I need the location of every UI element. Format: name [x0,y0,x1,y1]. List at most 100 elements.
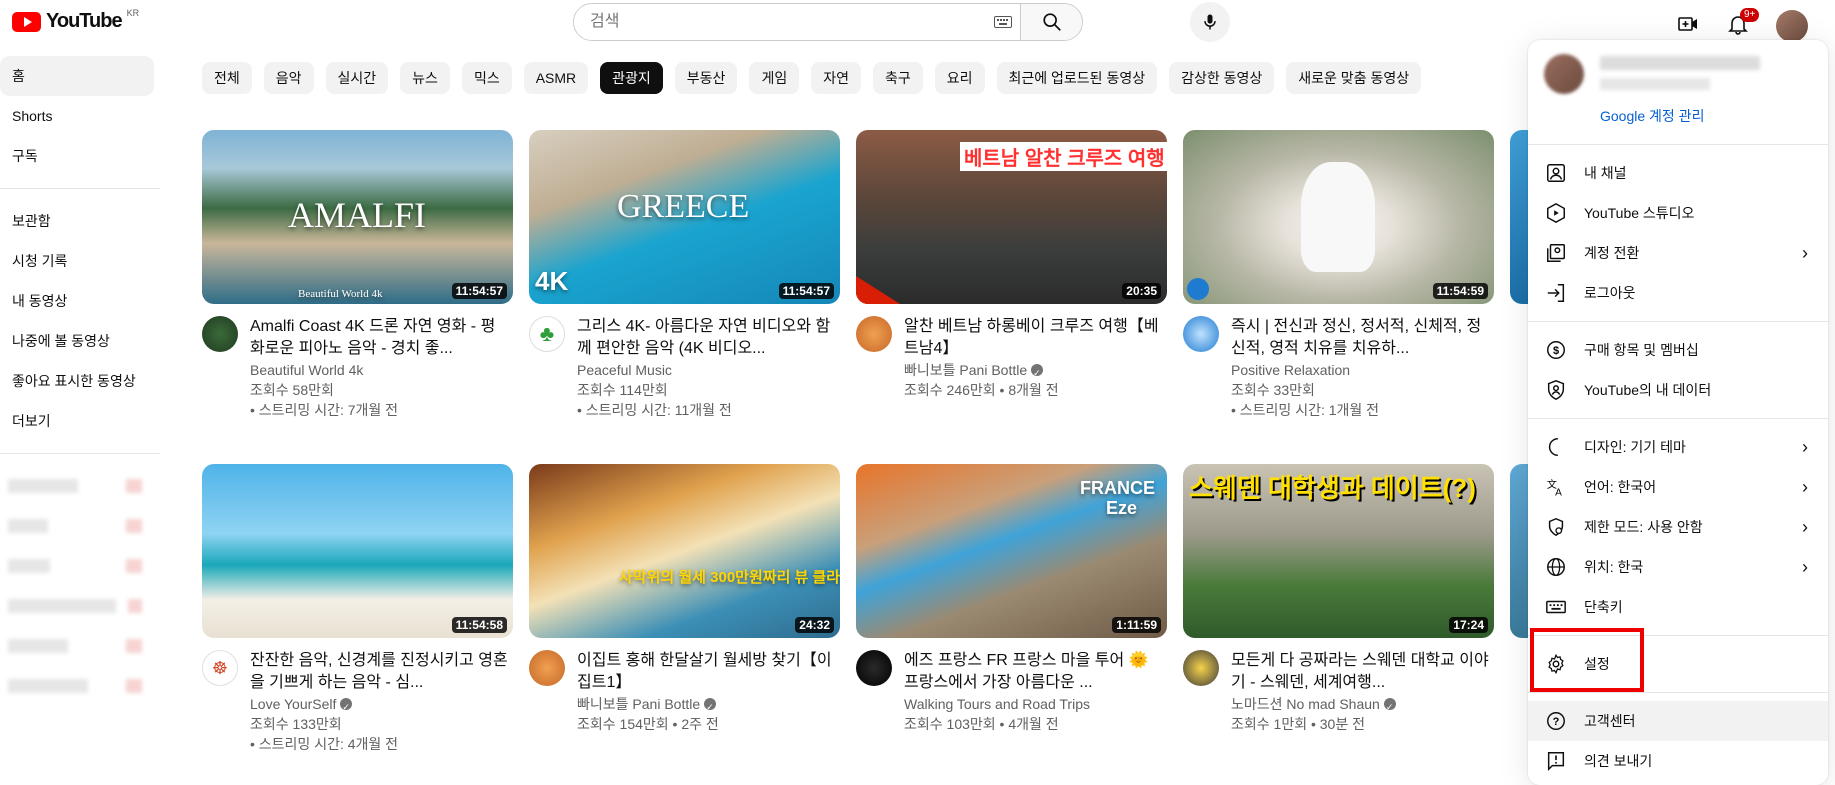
chip-music[interactable]: 음악 [263,62,314,94]
chip-games[interactable]: 게임 [749,62,800,94]
chip-cooking[interactable]: 요리 [934,62,985,94]
chip-real-estate[interactable]: 부동산 [674,62,738,94]
video-title[interactable]: 이집트 홍해 한달살기 월세방 찾기【이집트1】 [577,650,837,694]
channel-name[interactable]: Love YourSelf [250,696,336,712]
svg-text:$: $ [1553,345,1559,357]
subscription-item-blurred[interactable] [0,586,160,626]
video-title[interactable]: 잔잔한 음악, 신경계를 진정시키고 영혼을 기쁘게 하는 음악 - 심... [250,650,510,694]
menu-item-language[interactable]: 文A 언어: 한국어 › [1528,467,1828,507]
menu-item-purchases[interactable]: $ 구매 항목 및 멤버십 [1528,330,1828,370]
chip-nature[interactable]: 자연 [811,62,861,94]
video-thumbnail[interactable]: FRANCE Eze 1:11:59 [856,464,1167,638]
video-card[interactable]: AMALFI Beautiful World 4k 11:54:57 Amalf… [202,130,513,420]
chip-mix[interactable]: 믹스 [461,62,512,94]
channel-avatar[interactable] [1183,316,1219,352]
video-thumbnail[interactable]: 11:54:59 [1183,130,1494,304]
keyboard-icon[interactable] [986,4,1020,40]
video-card[interactable]: 11:54:59 즉시 | 전신과 정신, 정서적, 신체적, 정신적, 영적 … [1183,130,1494,420]
manage-google-account-link[interactable]: Google 계정 관리 [1600,106,1704,126]
sidebar-item-more[interactable]: 더보기 [0,401,154,441]
video-title[interactable]: 모든게 다 공짜라는 스웨덴 대학교 이야기 - 스웨덴, 세계여행... [1231,650,1491,694]
channel-avatar[interactable] [529,650,565,686]
menu-item-my-channel[interactable]: 내 채널 [1528,153,1828,193]
channel-name[interactable]: Walking Tours and Road Trips [904,694,1164,714]
video-card[interactable]: 스웨덴 대학생과 데이트(?) 17:24 모든게 다 공짜라는 스웨덴 대학교… [1183,464,1494,734]
subscription-item-blurred[interactable] [0,506,160,546]
menu-item-appearance[interactable]: 디자인: 기기 테마 › [1528,427,1828,467]
verified-icon [1031,363,1044,383]
sidebar-item-liked-videos[interactable]: 좋아요 표시한 동영상 [0,361,154,401]
video-title[interactable]: 에즈 프랑스 FR 프랑스 마을 투어 🌞 프랑스에서 가장 아름다운 ... [904,650,1164,694]
sidebar-item-watch-later[interactable]: 나중에 볼 동영상 [0,321,154,361]
chip-tourist-spots[interactable]: 관광지 [600,62,663,94]
notifications-button[interactable]: 9+ [1726,7,1760,41]
chip-live[interactable]: 실시간 [325,62,389,94]
video-thumbnail[interactable]: 11:54:58 [202,464,513,638]
video-thumbnail[interactable]: 베트남 알찬 크루즈 여행 20:35 [856,130,1167,304]
sidebar-item-library[interactable]: 보관함 [0,201,154,241]
channel-name[interactable]: 빠니보틀 Pani Bottle [904,362,1027,378]
stream-time: • 스트리밍 시간: 7개월 전 [250,402,399,418]
menu-item-logout[interactable]: 로그아웃 [1528,273,1828,313]
channel-avatar[interactable] [1183,650,1219,686]
video-card[interactable]: FRANCE Eze 1:11:59 에즈 프랑스 FR 프랑스 마을 투어 🌞… [856,464,1167,734]
video-card[interactable]: GREECE 4K 11:54:57 ♣ 그리스 4K- 아름다운 자연 비디오… [529,130,840,420]
menu-item-send-feedback[interactable]: 의견 보내기 [1528,741,1828,781]
video-card[interactable]: 사막위의 월세 300만원짜리 뷰 클라스 24:32 이집트 홍해 한달살기 … [529,464,840,734]
create-video-icon[interactable] [1676,12,1700,41]
channel-avatar[interactable] [856,316,892,352]
chip-all[interactable]: 전체 [202,62,252,94]
video-thumbnail[interactable]: 사막위의 월세 300만원짜리 뷰 클라스 24:32 [529,464,840,638]
menu-item-keyboard-shortcuts[interactable]: 단축키 [1528,587,1828,627]
chip-soccer[interactable]: 축구 [872,62,923,94]
channel-name[interactable]: 빠니보틀 Pani Bottle [577,696,700,712]
chip-recently-uploaded[interactable]: 최근에 업로드된 동영상 [996,62,1158,94]
chip-asmr[interactable]: ASMR [523,62,589,94]
menu-item-help[interactable]: ? 고객센터 [1528,701,1828,741]
channel-avatar[interactable] [856,650,892,686]
subscription-item-blurred[interactable] [0,466,160,506]
menu-divider [1528,692,1828,693]
subscription-item-blurred[interactable] [0,626,160,666]
sidebar-item-shorts[interactable]: Shorts [0,96,154,136]
sidebar-item-your-videos[interactable]: 내 동영상 [0,281,154,321]
subscription-item-blurred[interactable] [0,666,160,706]
channel-name[interactable]: 노마드션 No mad Shaun [1231,696,1380,712]
menu-item-settings[interactable]: 설정 [1528,644,1828,684]
account-avatar-button[interactable] [1776,10,1808,42]
menu-item-restricted-mode[interactable]: 제한 모드: 사용 안함 › [1528,507,1828,547]
video-title[interactable]: 즉시 | 전신과 정신, 정서적, 신체적, 정신적, 영적 치유를 치유하..… [1231,316,1491,360]
sidebar-item-history[interactable]: 시청 기록 [0,241,154,281]
menu-item-location[interactable]: 위치: 한국 › [1528,547,1828,587]
subscription-item-blurred[interactable] [0,546,160,586]
channel-name[interactable]: Peaceful Music [577,360,837,380]
chip-watched[interactable]: 감상한 동영상 [1169,62,1275,94]
video-title[interactable]: 알찬 베트남 하롱베이 크루즈 여행【베트남4】 [904,316,1164,360]
voice-search-button[interactable] [1190,2,1230,42]
channel-avatar[interactable] [202,316,238,352]
video-card[interactable]: 베트남 알찬 크루즈 여행 20:35 알찬 베트남 하롱베이 크루즈 여행【베… [856,130,1167,400]
video-thumbnail[interactable]: GREECE 4K 11:54:57 [529,130,840,304]
channel-name[interactable]: Beautiful World 4k [250,360,510,380]
youtube-logo[interactable]: YouTube KR [12,8,139,33]
menu-item-youtube-studio[interactable]: YouTube 스튜디오 [1528,193,1828,233]
video-card[interactable]: 11:54:58 ☸ 잔잔한 음악, 신경계를 진정시키고 영혼을 기쁘게 하는… [202,464,513,754]
menu-item-your-data[interactable]: YouTube의 내 데이터 [1528,370,1828,410]
logout-icon [1544,281,1568,305]
channel-avatar[interactable]: ♣ [529,316,565,352]
sidebar-item-home[interactable]: 홈 [0,56,154,96]
video-title[interactable]: Amalfi Coast 4K 드론 자연 영화 - 평화로운 피아노 음악 -… [250,316,510,360]
video-thumbnail[interactable]: AMALFI Beautiful World 4k 11:54:57 [202,130,513,304]
search-input[interactable] [574,4,986,40]
chip-new-to-you[interactable]: 새로운 맞춤 동영상 [1286,62,1422,94]
channel-avatar[interactable]: ☸ [202,650,238,686]
search-button[interactable] [1020,4,1082,40]
menu-item-switch-account[interactable]: 계정 전환 › [1528,233,1828,273]
video-duration: 11:54:57 [451,283,507,299]
chip-news[interactable]: 뉴스 [400,62,450,94]
video-title[interactable]: 그리스 4K- 아름다운 자연 비디오와 함께 편안한 음악 (4K 비디오..… [577,316,837,360]
video-thumbnail[interactable]: 스웨덴 대학생과 데이트(?) 17:24 [1183,464,1494,638]
sidebar-item-subscriptions[interactable]: 구독 [0,136,154,176]
account-avatar [1544,54,1584,94]
channel-name[interactable]: Positive Relaxation [1231,360,1491,380]
